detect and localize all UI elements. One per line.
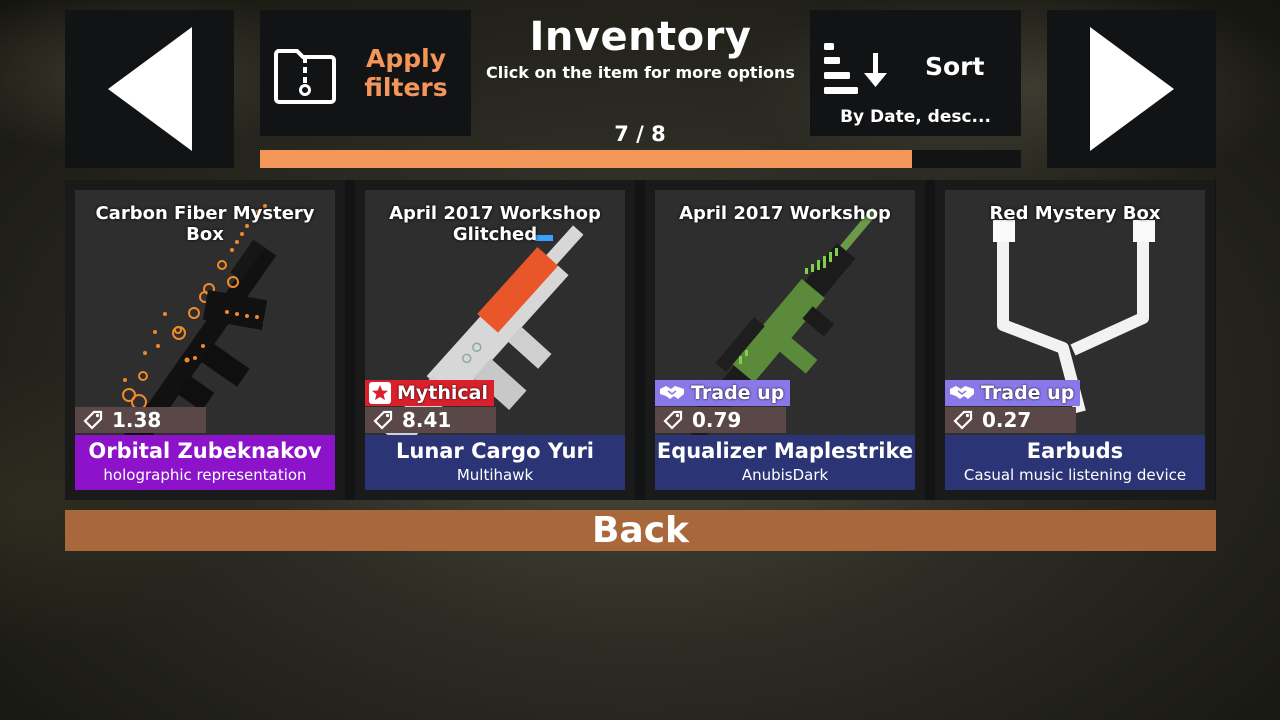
item-name: Earbuds	[1026, 439, 1124, 463]
case-name: April 2017 Workshop	[679, 203, 891, 224]
star-icon	[369, 382, 391, 404]
item-price: 1.38	[112, 408, 162, 432]
price-tag: 0.79	[655, 407, 786, 433]
sort-button[interactable]: Sort By Date, desc...	[810, 10, 1021, 136]
price-tag-icon	[953, 410, 973, 430]
page-counter: 7 / 8	[614, 122, 666, 146]
item-name: Equalizer Maplestrike	[656, 439, 914, 463]
item-card: Red Mystery Box Trade up 0.27 Earbuds Ca…	[945, 190, 1205, 490]
item-card: April 2017 Workshop Trade up 0.79 Equali…	[655, 190, 915, 490]
next-page-button[interactable]	[1047, 10, 1216, 168]
apply-filters-label: Apply filters	[364, 44, 448, 102]
back-button[interactable]: Back	[65, 510, 1216, 551]
item-card: April 2017 Workshop Glitched Mythical 8.…	[365, 190, 625, 490]
rarity-badge: Mythical	[365, 380, 495, 406]
item-nameplate: Lunar Cargo Yuri Multihawk	[365, 435, 625, 490]
item-subtitle: AnubisDark	[741, 466, 829, 484]
inventory-item[interactable]: Red Mystery Box Trade up 0.27 Earbuds Ca…	[935, 180, 1215, 500]
rarity-label: Mythical	[397, 382, 489, 404]
handshake-icon	[950, 386, 974, 399]
item-subtitle: Multihawk	[456, 466, 534, 484]
item-name: Lunar Cargo Yuri	[395, 439, 594, 463]
item-nameplate: Orbital Zubeknakov holographic represent…	[75, 435, 335, 490]
trade-up-label: Trade up	[691, 382, 785, 404]
price-tag-icon	[83, 410, 103, 430]
handshake-icon	[660, 386, 684, 399]
sort-descending-icon	[822, 43, 892, 107]
apply-filters-button[interactable]: Apply filters	[260, 10, 471, 136]
case-name: April 2017 Workshop Glitched	[389, 203, 601, 245]
item-name: Orbital Zubeknakov	[88, 439, 322, 463]
page-progress-fill	[260, 150, 913, 168]
item-price: 8.41	[402, 408, 452, 432]
page-subtitle: Click on the item for more options	[486, 63, 795, 82]
item-price: 0.79	[692, 408, 742, 432]
page-progress-bar	[260, 150, 1021, 168]
inventory-item[interactable]: Carbon Fiber Mystery Box 1.38 Orbital Zu…	[65, 180, 345, 500]
price-tag: 0.27	[945, 407, 1076, 433]
trade-up-badge: Trade up	[655, 380, 791, 406]
price-tag-icon	[663, 410, 683, 430]
inventory-item[interactable]: April 2017 Workshop Trade up 0.79 Equali…	[645, 180, 925, 500]
item-card: Carbon Fiber Mystery Box 1.38 Orbital Zu…	[75, 190, 335, 490]
item-subtitle: holographic representation	[103, 466, 307, 484]
sort-mode: By Date, desc...	[840, 107, 991, 127]
item-nameplate: Earbuds Casual music listening device	[945, 435, 1205, 490]
arrow-right-icon	[1089, 27, 1174, 151]
case-name: Carbon Fiber Mystery Box	[95, 203, 315, 245]
item-price: 0.27	[982, 408, 1032, 432]
inventory-item[interactable]: April 2017 Workshop Glitched Mythical 8.…	[355, 180, 635, 500]
arrow-left-icon	[107, 27, 192, 151]
item-subtitle: Casual music listening device	[963, 466, 1187, 484]
zip-folder-icon	[273, 41, 337, 105]
trade-up-badge: Trade up	[945, 380, 1081, 406]
case-name: Red Mystery Box	[989, 203, 1161, 224]
sort-label: Sort	[925, 52, 985, 81]
item-nameplate: Equalizer Maplestrike AnubisDark	[655, 435, 915, 490]
price-tag-icon	[373, 410, 393, 430]
price-tag: 8.41	[365, 407, 496, 433]
trade-up-label: Trade up	[981, 382, 1075, 404]
page-title: Inventory	[529, 14, 752, 60]
price-tag: 1.38	[75, 407, 206, 433]
previous-page-button[interactable]	[65, 10, 234, 168]
